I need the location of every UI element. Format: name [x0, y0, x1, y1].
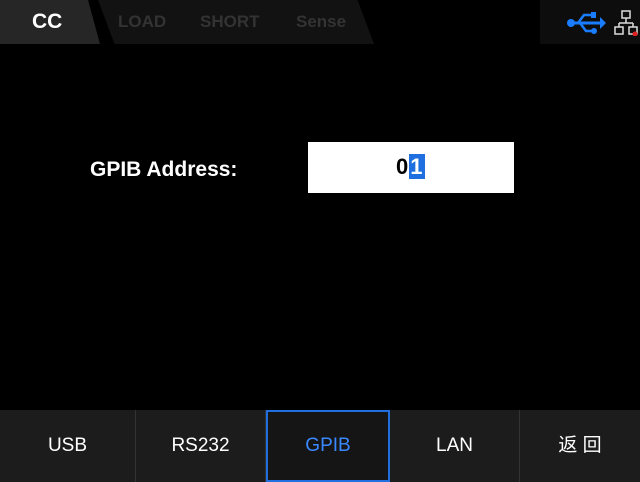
address-digit: 0	[396, 154, 410, 179]
softkey-gpib[interactable]: GPIB	[266, 410, 390, 482]
status-bar: CC LOAD SHORT Sense	[0, 0, 640, 44]
gpib-address-label: GPIB Address:	[90, 158, 238, 181]
gpib-address-input[interactable]: 01	[308, 142, 514, 193]
sense-indicator: Sense	[296, 12, 347, 31]
softkey-bar: USB RS232 GPIB LAN 返 回	[0, 410, 640, 482]
softkey-back[interactable]: 返 回	[520, 410, 640, 482]
gpib-address-value: 01	[396, 154, 425, 180]
softkey-usb[interactable]: USB	[0, 410, 136, 482]
cursor-digit: 1	[409, 154, 425, 179]
usb-icon	[567, 12, 606, 34]
mode-indicator: CC	[0, 0, 100, 44]
short-indicator: SHORT	[200, 12, 260, 31]
softkey-lan[interactable]: LAN	[390, 410, 520, 482]
lan-icon	[614, 10, 638, 36]
softkey-rs232[interactable]: RS232	[136, 410, 266, 482]
load-indicator: LOAD	[118, 12, 167, 31]
